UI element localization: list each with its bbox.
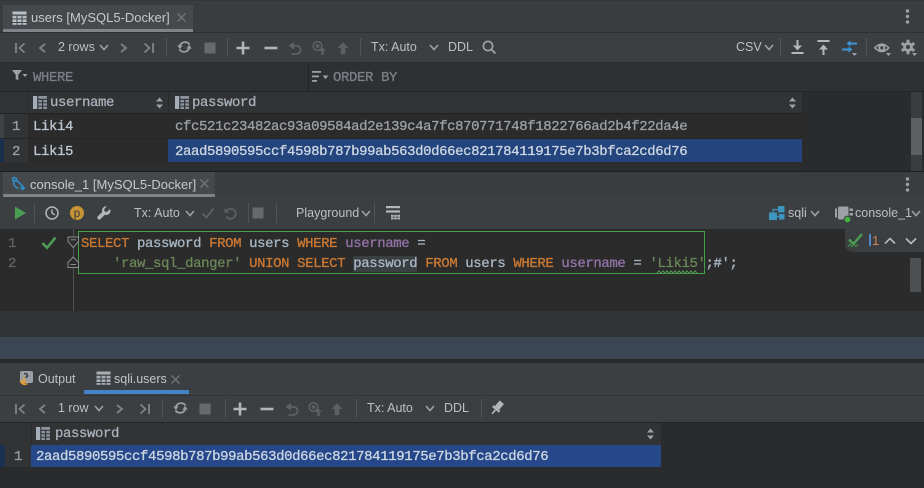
svg-text:p: p: [74, 208, 80, 220]
